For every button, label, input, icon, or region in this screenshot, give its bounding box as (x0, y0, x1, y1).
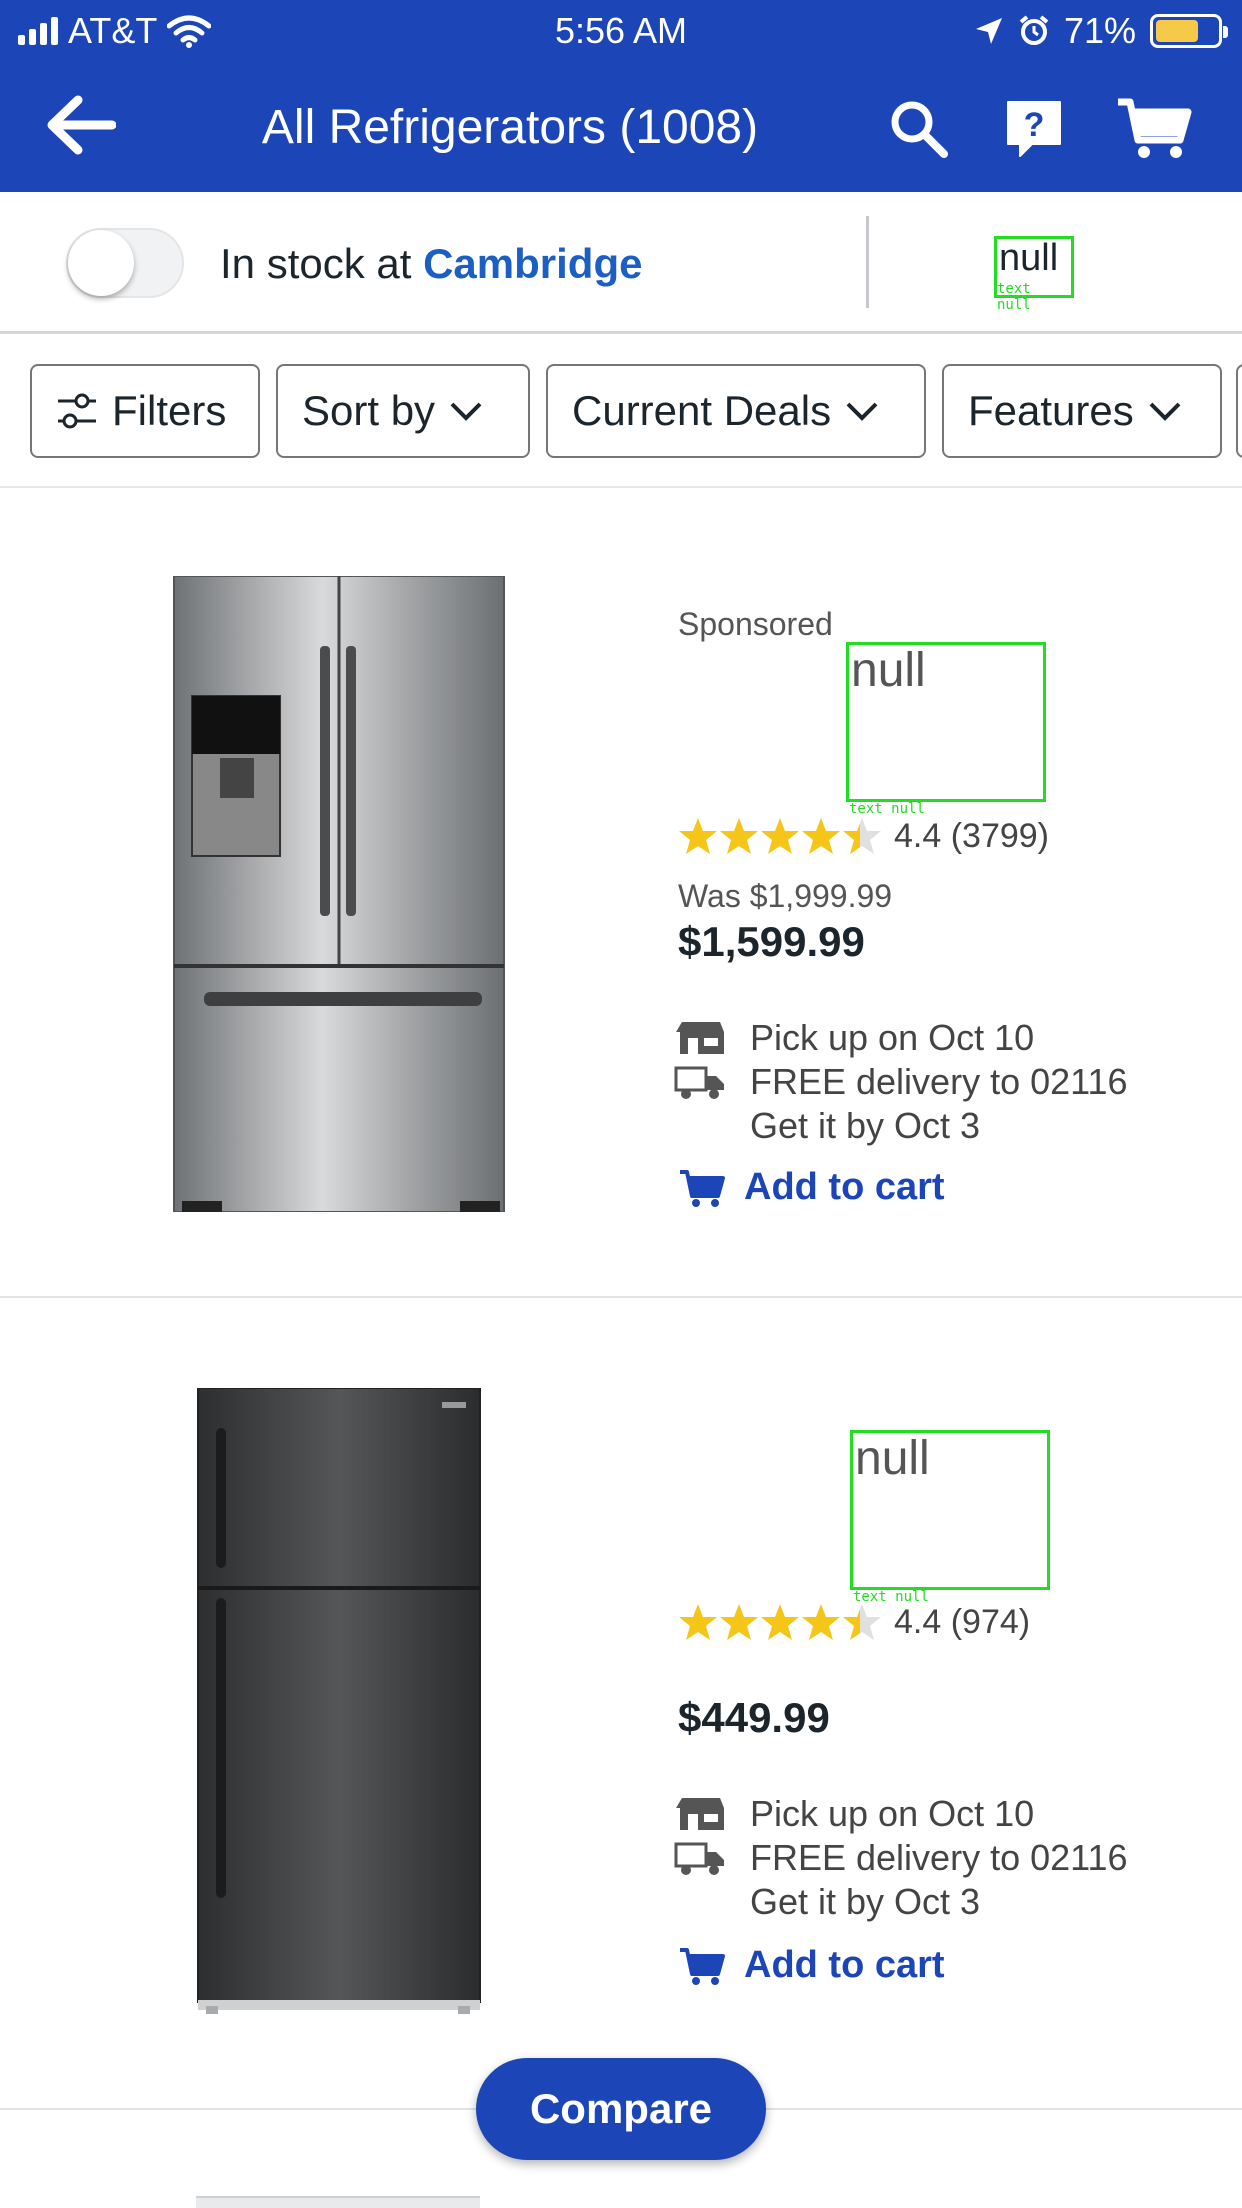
add-to-cart-button[interactable]: Add to cart (678, 1166, 945, 1209)
in-stock-toggle[interactable] (66, 228, 184, 298)
star-icon (720, 1604, 758, 1640)
star-rating (678, 816, 882, 856)
chevron-down-icon (846, 402, 878, 421)
help-icon[interactable]: ? (1002, 96, 1066, 160)
fulfillment-info: Pick up on Oct 10 FREE delivery to 02116… (674, 1016, 1128, 1148)
product-card[interactable]: Sponsored null text null 4.4 (3799) Was … (0, 490, 1242, 1298)
product-title-placeholder[interactable]: null text null (850, 1430, 1050, 1605)
compare-button[interactable]: Compare (476, 2058, 766, 2160)
battery-icon (1150, 14, 1228, 48)
product-card[interactable]: null text null 4.4 (974) $449.99 Pick up… (0, 1298, 1242, 2110)
rating-text: 4.4 (3799) (894, 816, 1049, 855)
star-icon (761, 818, 799, 854)
product-image[interactable] (170, 576, 508, 1212)
star-icon (720, 818, 758, 854)
current-deals-chip[interactable]: Current Deals (546, 364, 926, 458)
was-price: Was $1,999.99 (678, 878, 893, 914)
fulfillment-info: Pick up on Oct 10 FREE delivery to 02116… (674, 1792, 1128, 1924)
delivery-truck-icon (674, 1842, 724, 1875)
star-icon (679, 818, 717, 854)
top-bar: AT&T 5:56 AM 71% All Refrigerators (1008… (0, 0, 1242, 192)
battery-percent: 71% (1063, 10, 1136, 51)
star-icon (802, 818, 840, 854)
search-icon[interactable] (886, 96, 950, 160)
star-rating (678, 1602, 882, 1642)
store-filter-row: In stock at Cambridge null text null (0, 192, 1242, 334)
product-rating[interactable]: 4.4 (3799) (678, 816, 1049, 856)
in-stock-label: In stock at Cambridge (220, 240, 643, 287)
star-icon (802, 1604, 840, 1640)
cart-icon (680, 1169, 725, 1207)
page-title: All Refrigerators (1008) (261, 101, 759, 154)
divider (866, 216, 869, 308)
cart-icon (680, 1947, 725, 1985)
features-chip[interactable]: Features (942, 364, 1222, 458)
store-link[interactable]: Cambridge (423, 240, 642, 287)
star-half-icon (843, 818, 881, 854)
delivery-truck-icon (674, 1066, 724, 1099)
sponsored-label: Sponsored (678, 606, 833, 642)
rating-text: 4.4 (974) (894, 1602, 1031, 1641)
filters-chip[interactable]: Filters (30, 364, 260, 458)
star-icon (679, 1604, 717, 1640)
chevron-down-icon (450, 402, 482, 421)
product-rating[interactable]: 4.4 (974) (678, 1602, 1030, 1642)
filter-chip-bar: Filters Sort by Current Deals Features (0, 334, 1242, 488)
sort-by-chip[interactable]: Sort by (276, 364, 530, 458)
chevron-down-icon (1149, 402, 1181, 421)
product-title-placeholder[interactable]: null text null (846, 642, 1046, 817)
sliders-icon (58, 393, 96, 429)
product-image[interactable] (196, 1388, 482, 2014)
cart-icon[interactable] (1116, 96, 1192, 160)
star-half-icon (843, 1604, 881, 1640)
status-bar: AT&T 5:56 AM 71% (0, 0, 1242, 60)
product-price: $449.99 (678, 1694, 830, 1741)
more-chip[interactable] (1236, 364, 1242, 458)
product-price: $1,599.99 (678, 918, 865, 965)
add-to-cart-button[interactable]: Add to cart (678, 1944, 945, 1987)
location-arrow-icon (975, 18, 1002, 44)
star-icon (761, 1604, 799, 1640)
store-pickup-icon (676, 1798, 724, 1830)
store-selector-placeholder[interactable]: null text null (994, 236, 1074, 313)
alarm-icon (1019, 15, 1049, 45)
app-header: All Refrigerators (1008) ? (0, 60, 1242, 192)
store-pickup-icon (676, 1022, 724, 1054)
next-product-image (196, 2196, 480, 2208)
svg-text:?: ? (1024, 106, 1045, 144)
